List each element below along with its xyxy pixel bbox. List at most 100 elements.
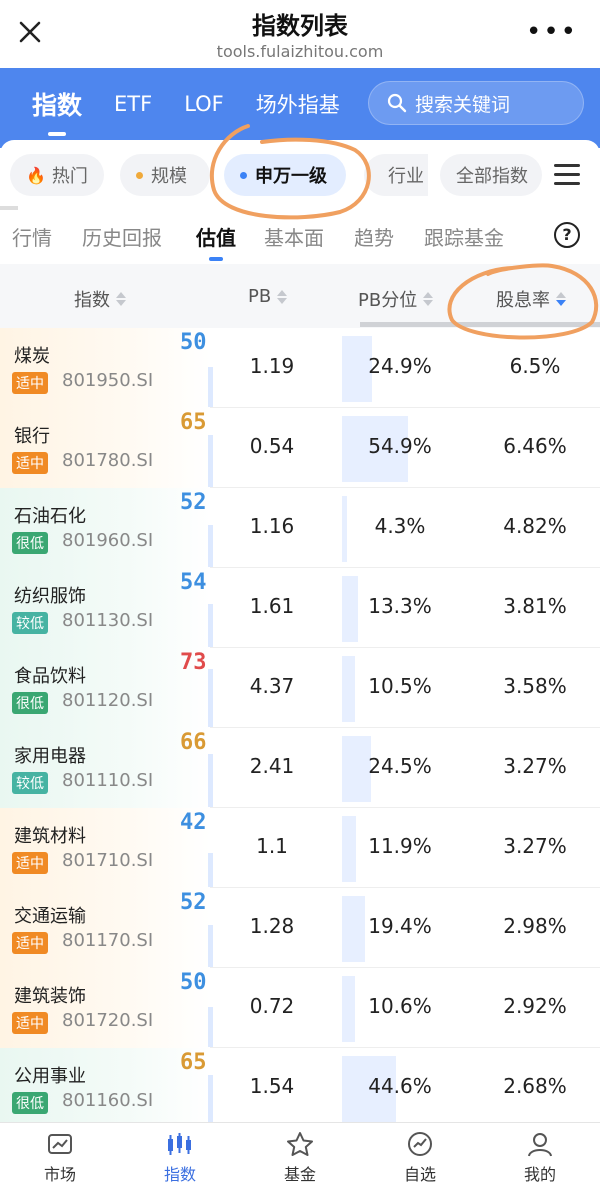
index-code: 801120.SI xyxy=(62,690,154,711)
menu-icon[interactable] xyxy=(554,164,580,186)
table-header: 指数 PB PB分位 股息率 xyxy=(0,264,600,328)
index-name-cell[interactable]: 食品饮料 很低 801120.SI 73 xyxy=(0,648,210,728)
chip-industry[interactable]: 行业 xyxy=(364,154,428,196)
score-badge: 50 xyxy=(180,330,207,355)
index-name-cell[interactable]: 建筑装饰 适中 801720.SI 50 xyxy=(0,968,210,1048)
header-dividend-yield[interactable]: 股息率 xyxy=(496,286,566,312)
sort-desc-icon xyxy=(556,291,566,307)
tab-quote[interactable]: 行情 xyxy=(12,222,52,251)
nav-market[interactable]: 市场 xyxy=(0,1131,120,1185)
tab-valuation[interactable]: 估值 xyxy=(196,222,236,261)
table-row[interactable]: 家用电器 较低 801110.SI 66 2.41 24.5% 3.27% xyxy=(0,728,600,808)
index-code: 801780.SI xyxy=(62,450,154,471)
table-row[interactable]: 建筑材料 适中 801710.SI 42 1.1 11.9% 3.27% xyxy=(0,808,600,888)
header-pb[interactable]: PB xyxy=(248,286,288,307)
tab-fundamentals[interactable]: 基本面 xyxy=(264,222,324,251)
pb-percentile-value: 11.9% xyxy=(368,834,432,858)
pb-percentile-value: 4.3% xyxy=(374,514,426,538)
tab-etf[interactable]: ETF xyxy=(114,92,152,116)
chip-scale[interactable]: 规模 xyxy=(120,154,210,196)
dividend-yield-value: 2.92% xyxy=(503,994,567,1018)
pb-percentile-value: 54.9% xyxy=(368,434,432,458)
help-icon[interactable]: ? xyxy=(554,222,580,248)
table-row[interactable]: 公用事业 很低 801160.SI 65 1.54 44.6% 2.68% xyxy=(0,1048,600,1128)
chip-hot[interactable]: 🔥 热门 xyxy=(10,154,104,196)
title-bar: 指数列表 tools.fulaizhitou.com ••• xyxy=(0,0,600,68)
table-row[interactable]: 交通运输 适中 801170.SI 52 1.28 19.4% 2.98% xyxy=(0,888,600,968)
valuation-tag: 较低 xyxy=(12,772,48,794)
chip-label: 热门 xyxy=(51,166,88,187)
dividend-yield-value: 3.27% xyxy=(503,754,567,778)
pb-value: 1.61 xyxy=(249,594,295,618)
search-input[interactable]: 搜索关键词 xyxy=(368,81,584,125)
table-row[interactable]: 煤炭 适中 801950.SI 50 1.19 24.9% 6.5% xyxy=(0,328,600,408)
index-code: 801160.SI xyxy=(62,1090,154,1111)
tab-index[interactable]: 指数 xyxy=(32,86,82,136)
tab-history-return[interactable]: 历史回报 xyxy=(82,222,162,251)
index-code: 801950.SI xyxy=(62,370,154,391)
tab-otc-index-fund[interactable]: 场外指基 xyxy=(256,89,340,119)
pb-value: 1.54 xyxy=(249,1074,295,1098)
valuation-tag: 很低 xyxy=(12,1092,48,1114)
tab-lof[interactable]: LOF xyxy=(184,92,224,116)
table-row[interactable]: 银行 适中 801780.SI 65 0.54 54.9% 6.46% xyxy=(0,408,600,488)
index-name-cell[interactable]: 银行 适中 801780.SI 65 xyxy=(0,408,210,488)
pb-percentile-value: 13.3% xyxy=(368,594,432,618)
dividend-yield-value: 6.5% xyxy=(509,354,561,378)
nav-profile[interactable]: 我的 xyxy=(480,1131,600,1185)
search-placeholder: 搜索关键词 xyxy=(415,93,511,116)
index-name: 交通运输 xyxy=(14,906,86,927)
index-name-cell[interactable]: 纺织服饰 较低 801130.SI 54 xyxy=(0,568,210,648)
index-name-cell[interactable]: 建筑材料 适中 801710.SI 42 xyxy=(0,808,210,888)
chip-scroll-indicator xyxy=(0,206,18,210)
tab-tracking-funds[interactable]: 跟踪基金 xyxy=(424,222,504,251)
valuation-tag: 适中 xyxy=(12,1012,48,1034)
nav-fund[interactable]: 基金 xyxy=(240,1131,360,1185)
sort-icon xyxy=(116,291,126,307)
pb-percentile-value: 24.9% xyxy=(368,354,432,378)
chip-sw-level1[interactable]: 申万一级 xyxy=(224,154,346,196)
watchlist-icon xyxy=(408,1132,432,1156)
dot-icon xyxy=(240,171,247,179)
index-name-cell[interactable]: 公用事业 很低 801160.SI 65 xyxy=(0,1048,210,1128)
score-badge: 66 xyxy=(180,730,207,755)
pb-value: 0.72 xyxy=(249,994,295,1018)
header-index[interactable]: 指数 xyxy=(74,286,126,312)
index-code: 801710.SI xyxy=(62,850,154,871)
index-code: 801960.SI xyxy=(62,530,154,551)
score-badge: 52 xyxy=(180,490,207,515)
index-name-cell[interactable]: 煤炭 适中 801950.SI 50 xyxy=(0,328,210,408)
fund-icon xyxy=(287,1132,313,1156)
index-name: 建筑装饰 xyxy=(14,986,86,1007)
market-icon xyxy=(48,1134,72,1154)
main-header: 指数 ETF LOF 场外指基 搜索关键词 xyxy=(0,68,600,148)
table-row[interactable]: 食品饮料 很低 801120.SI 73 4.37 10.5% 3.58% xyxy=(0,648,600,728)
valuation-tag: 很低 xyxy=(12,692,48,714)
nav-index[interactable]: 指数 xyxy=(120,1131,240,1185)
nav-watchlist[interactable]: 自选 xyxy=(360,1131,480,1185)
profile-icon xyxy=(528,1133,552,1157)
index-name: 银行 xyxy=(14,426,50,447)
dot-icon xyxy=(136,171,143,179)
table-row[interactable]: 建筑装饰 适中 801720.SI 50 0.72 10.6% 2.92% xyxy=(0,968,600,1048)
search-icon xyxy=(387,93,407,113)
index-table-body: 煤炭 适中 801950.SI 50 1.19 24.9% 6.5% 银行 适中 801780.S… xyxy=(0,328,600,1128)
more-icon[interactable]: ••• xyxy=(526,19,578,45)
dividend-yield-value: 3.27% xyxy=(503,834,567,858)
valuation-tag: 适中 xyxy=(12,452,48,474)
valuation-tag: 适中 xyxy=(12,372,48,394)
header-pb-percentile[interactable]: PB分位 xyxy=(358,286,434,312)
index-name-cell[interactable]: 家用电器 较低 801110.SI 66 xyxy=(0,728,210,808)
tab-trend[interactable]: 趋势 xyxy=(354,222,394,251)
index-name-cell[interactable]: 石油石化 很低 801960.SI 52 xyxy=(0,488,210,568)
chip-all-index[interactable]: 全部指数 xyxy=(440,154,542,196)
fire-icon: 🔥 xyxy=(26,165,46,185)
dividend-yield-value: 2.68% xyxy=(503,1074,567,1098)
index-name-cell[interactable]: 交通运输 适中 801170.SI 52 xyxy=(0,888,210,968)
table-row[interactable]: 石油石化 很低 801960.SI 52 1.16 4.3% 4.82% xyxy=(0,488,600,568)
chip-label: 行业 xyxy=(388,166,424,187)
table-row[interactable]: 纺织服饰 较低 801130.SI 54 1.61 13.3% 3.81% xyxy=(0,568,600,648)
pb-value: 1.1 xyxy=(256,834,288,858)
score-badge: 50 xyxy=(180,970,207,995)
chip-label: 申万一级 xyxy=(255,166,327,187)
